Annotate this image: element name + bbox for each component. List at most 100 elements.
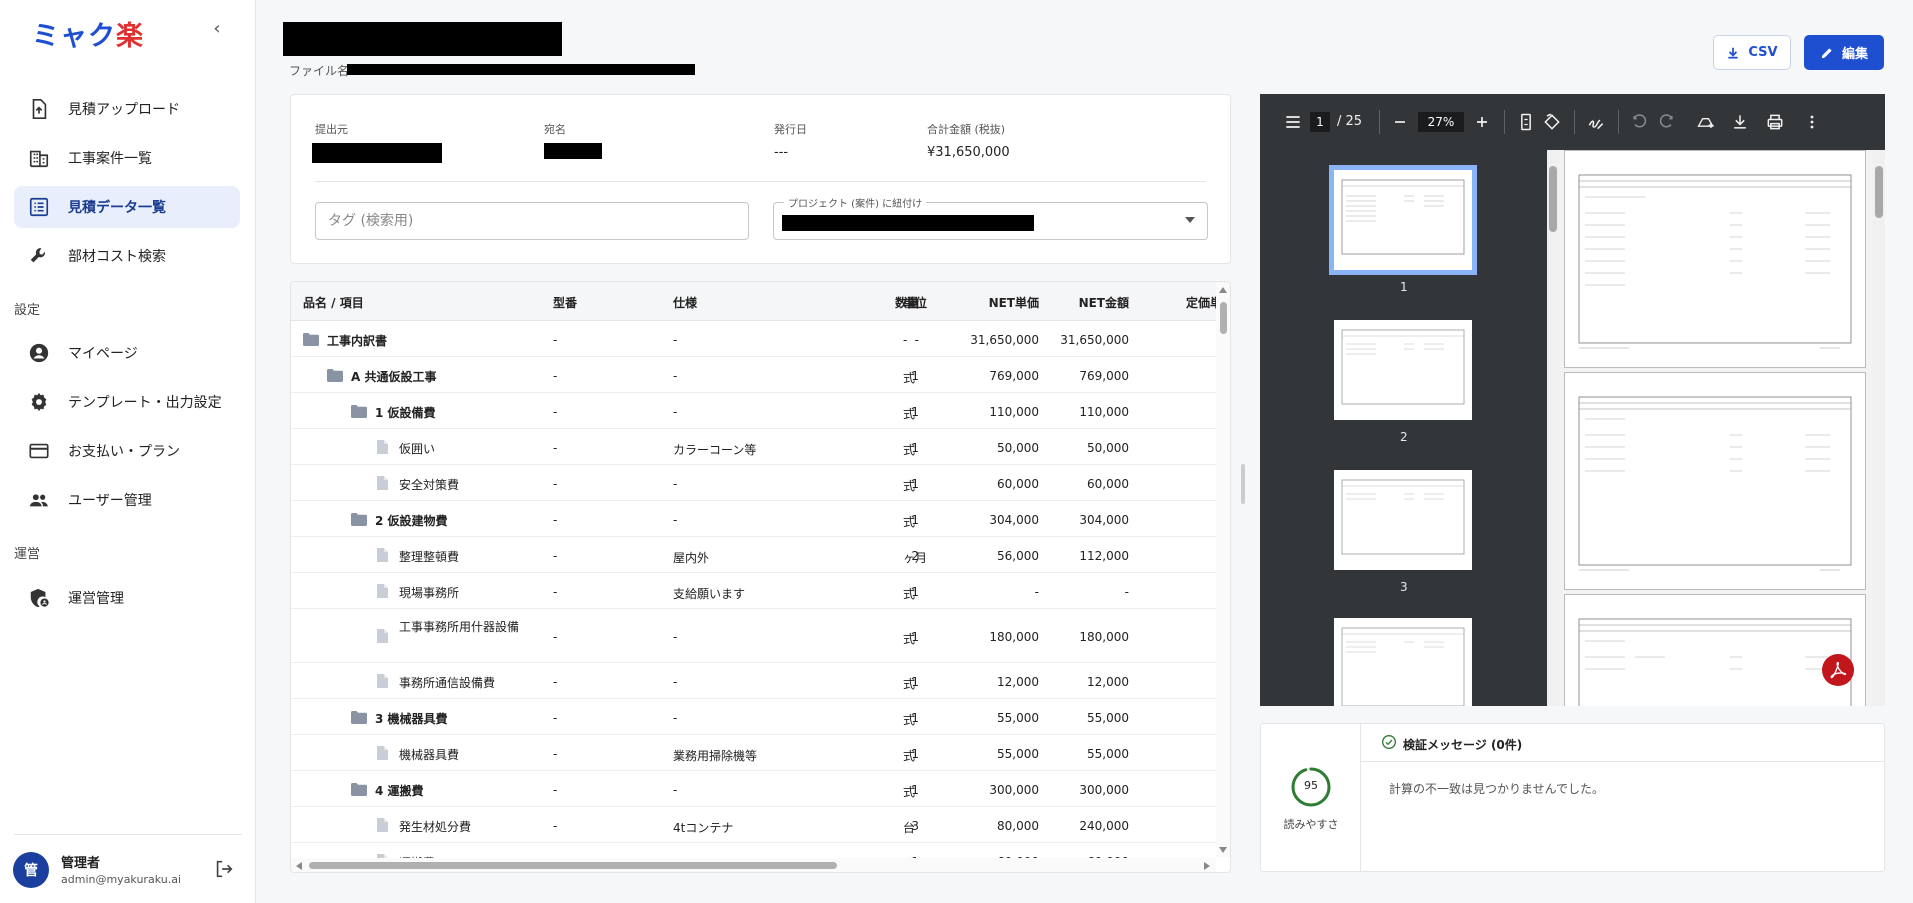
pdf-thumbnail-page-4[interactable]: [1334, 618, 1472, 706]
pdf-thumbnail-page-3[interactable]: [1334, 470, 1472, 570]
col-header-model[interactable]: 型番: [553, 294, 577, 311]
col-header-name[interactable]: 品名 / 項目: [303, 294, 364, 311]
redo-icon[interactable]: [1656, 112, 1676, 132]
people-icon: [29, 494, 48, 507]
sidebar-item-user-management[interactable]: ユーザー管理: [14, 479, 240, 521]
cell-spec: 業務用掃除機等: [673, 749, 758, 763]
acrobat-icon[interactable]: [1822, 654, 1854, 686]
scroll-down-icon[interactable]: [1219, 847, 1227, 853]
cell-spec: -: [673, 675, 678, 689]
cell-model: -: [553, 675, 558, 689]
print-icon[interactable]: [1765, 112, 1785, 132]
table-row[interactable]: 機械器具費 - 業務用掃除機等 1 式 55,000 55,000: [291, 735, 1216, 771]
cell-unit: 式: [903, 587, 916, 601]
cell-spec: -: [673, 711, 678, 725]
avatar[interactable]: 管: [13, 852, 49, 888]
pane-resize-handle[interactable]: [1241, 464, 1245, 504]
scrollbar-thumb[interactable]: [1220, 302, 1227, 334]
zoom-level-input[interactable]: 27%: [1418, 112, 1464, 132]
sidebar-item-mypage[interactable]: マイページ: [14, 332, 240, 374]
sidebar-item-template-settings[interactable]: テンプレート・出力設定: [14, 381, 240, 423]
validation-header: 検証メッセージ (0件): [1361, 724, 1884, 762]
app-logo[interactable]: ミャク楽: [32, 14, 144, 53]
col-header-unit-price[interactable]: NET単価: [947, 294, 1039, 311]
file-upload-icon: [32, 99, 47, 119]
toolbar-separator: [1504, 110, 1505, 134]
cell-name: 3 機械器具費: [375, 712, 448, 726]
table-row[interactable]: 整理整頓費 - 屋内外 2 ヶ月 56,000 112,000: [291, 537, 1216, 573]
sidebar-item-estimate-upload[interactable]: 見積アップロード: [14, 88, 240, 130]
readability-score-label: 読みやすさ: [1283, 818, 1339, 831]
cell-spec: -: [673, 513, 678, 527]
scrollbar-thumb[interactable]: [1549, 166, 1557, 232]
add-to-drive-icon[interactable]: [1696, 112, 1716, 132]
toolbar-separator: [1379, 110, 1380, 134]
table-vertical-scrollbar[interactable]: [1216, 282, 1230, 857]
page-total: / 25: [1337, 114, 1363, 129]
pdf-thumbnail-page-1[interactable]: [1329, 165, 1477, 275]
sidebar-item-material-cost-search[interactable]: 部材コスト検索: [14, 235, 240, 277]
cell-amount: 769,000: [1079, 369, 1129, 383]
sidebar-item-billing[interactable]: お支払い・プラン: [14, 430, 240, 472]
sidebar-item-operations-admin[interactable]: 運営管理: [14, 577, 240, 619]
table-row[interactable]: 1 仮設備費 - -1 式 110,000 110,000: [291, 393, 1216, 429]
table-row[interactable]: 仮囲い - カラーコーン等 1 式 50,000 50,000: [291, 429, 1216, 465]
col-header-amount[interactable]: NET金額: [1039, 294, 1129, 311]
logout-icon[interactable]: [213, 858, 235, 880]
menu-icon[interactable]: [1283, 112, 1303, 132]
cell-model: -: [553, 513, 558, 527]
cell-model: -: [553, 369, 558, 383]
scrollbar-thumb[interactable]: [1875, 166, 1883, 218]
table-row[interactable]: 現場事務所 - 支給願います 1 式 - -: [291, 573, 1216, 609]
toolbar-separator: [1574, 110, 1575, 134]
cell-unit-price: 180,000: [989, 630, 1039, 644]
edit-button[interactable]: 編集: [1804, 35, 1884, 70]
scroll-left-icon[interactable]: [296, 862, 302, 870]
scrollbar-thumb[interactable]: [309, 862, 837, 869]
csv-download-button[interactable]: CSV: [1713, 35, 1791, 70]
draw-icon[interactable]: [1586, 112, 1606, 132]
project-link-select[interactable]: プロジェクト (案件) に紐付け: [773, 195, 1208, 240]
zoom-out-icon[interactable]: [1390, 112, 1410, 132]
fit-page-icon[interactable]: [1516, 112, 1536, 132]
table-row[interactable]: A 共通仮設工事 - -1 式 769,000 769,000: [291, 357, 1216, 393]
thumbnail-page-label: 1: [1400, 280, 1408, 294]
page-number-input[interactable]: 1: [1310, 112, 1330, 132]
pdf-thumbnail-page-2[interactable]: [1334, 320, 1472, 420]
sidebar-item-estimate-list[interactable]: 見積データ一覧: [14, 186, 240, 228]
cell-name: 2 仮設建物費: [375, 514, 448, 528]
issue-date-label: 発行日: [774, 123, 807, 136]
pdf-page-2: [1564, 372, 1866, 590]
table-row[interactable]: 3 機械器具費 - -1 式 55,000 55,000: [291, 699, 1216, 735]
col-header-unit[interactable]: 単位: [903, 294, 927, 311]
sidebar-divider: [14, 834, 242, 835]
rotate-icon[interactable]: [1542, 112, 1562, 132]
table-row[interactable]: 4 運搬費 - -1 式 300,000 300,000: [291, 771, 1216, 807]
table-row[interactable]: 事務所通信設備費 - -1 式 12,000 12,000: [291, 663, 1216, 699]
table-row[interactable]: 2 仮設建物費 - -1 式 304,000 304,000: [291, 501, 1216, 537]
caret-down-icon: [1185, 217, 1195, 223]
cell-amount: 110,000: [1079, 405, 1129, 419]
sidebar-item-projects[interactable]: 工事案件一覧: [14, 137, 240, 179]
section-settings: 設定: [14, 303, 41, 318]
table-row[interactable]: 工事事務所用什器設備 - -1 式 180,000 180,000: [291, 609, 1216, 663]
thumbnails-scrollbar[interactable]: [1547, 150, 1559, 706]
cell-unit-price: 769,000: [989, 369, 1039, 383]
table-row[interactable]: 工事内訳書 - - - -31,650,000 31,650,000: [291, 321, 1216, 357]
table-row[interactable]: 発生材処分費 -4tコンテナ 3 台 80,000 240,000: [291, 807, 1216, 843]
col-header-spec[interactable]: 仕様: [673, 294, 697, 311]
table-row[interactable]: 安全対策費 - -1 式 60,000 60,000: [291, 465, 1216, 501]
download-icon[interactable]: [1730, 112, 1750, 132]
chevron-left-icon[interactable]: ‹: [205, 16, 229, 40]
more-options-icon[interactable]: [1802, 112, 1822, 132]
submitter-label: 提出元: [315, 123, 348, 136]
tag-search-input[interactable]: [315, 202, 749, 240]
credit-card-icon: [29, 443, 49, 459]
undo-icon[interactable]: [1630, 112, 1650, 132]
cell-unit-price: 31,650,000: [970, 333, 1039, 347]
table-horizontal-scrollbar[interactable]: [291, 858, 1216, 872]
zoom-in-icon[interactable]: [1472, 112, 1492, 132]
scroll-up-icon[interactable]: [1219, 287, 1227, 293]
scroll-right-icon[interactable]: [1204, 862, 1210, 870]
pdf-main-scrollbar[interactable]: [1873, 150, 1885, 706]
